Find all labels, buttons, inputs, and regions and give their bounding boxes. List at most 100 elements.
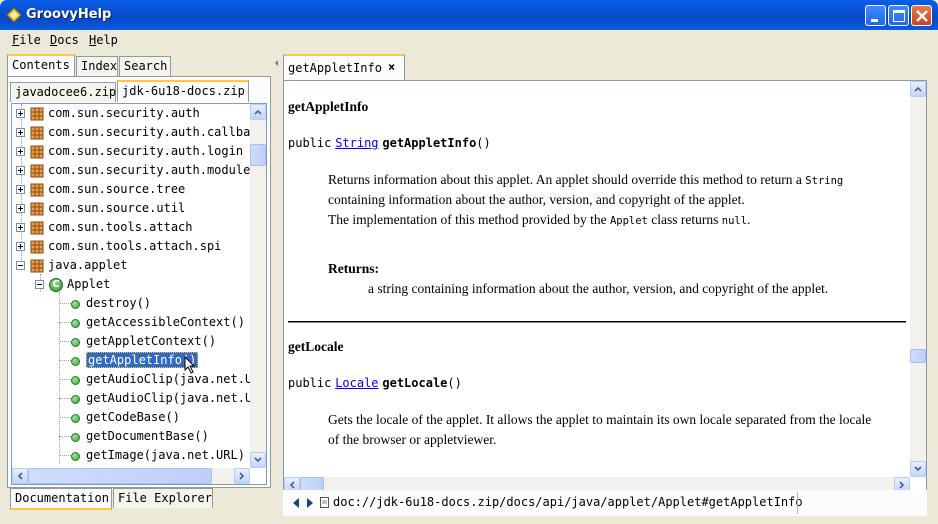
menu-help[interactable]: Help bbox=[89, 33, 118, 47]
doc-vscroll-thumb[interactable] bbox=[910, 349, 926, 363]
package-icon bbox=[30, 240, 44, 254]
expand-icon[interactable] bbox=[16, 242, 25, 251]
tree-scroll-right-button[interactable] bbox=[234, 468, 250, 484]
menu-docs[interactable]: Docs bbox=[50, 33, 79, 47]
sig-modifier: public bbox=[288, 136, 332, 150]
left-panel: Contents Index Search javadocee6.zip jdk… bbox=[4, 54, 274, 516]
tab-contents[interactable]: Contents bbox=[7, 54, 75, 76]
chevron-up-icon bbox=[254, 109, 262, 115]
tree-scroll-up-button[interactable] bbox=[250, 104, 266, 120]
sig-method-name: getLocale bbox=[382, 376, 448, 390]
collapse-icon[interactable] bbox=[16, 261, 25, 270]
tree-scroll-left-button[interactable] bbox=[12, 468, 28, 484]
method-icon bbox=[71, 395, 80, 404]
chevron-down-icon bbox=[254, 457, 262, 463]
tree-vscroll-thumb[interactable] bbox=[250, 144, 266, 166]
desc-text: Returns information about this applet. A… bbox=[328, 172, 802, 187]
link-locale[interactable]: Locale bbox=[335, 376, 378, 390]
method-heading-getappletinfo: getAppletInfo bbox=[288, 99, 369, 114]
tree-item-label: com.sun.security.auth bbox=[48, 106, 200, 120]
tree-item-label: destroy() bbox=[86, 296, 152, 310]
section-divider bbox=[288, 321, 906, 323]
maximize-button[interactable] bbox=[888, 5, 909, 26]
expand-icon[interactable] bbox=[16, 166, 25, 175]
tree-item-label: java.applet bbox=[48, 258, 128, 272]
menu-bar: File Docs Help bbox=[4, 30, 934, 51]
tree-item-label: getImage(java.net.URL) bbox=[86, 448, 245, 462]
tab-jdk-docs[interactable]: jdk-6u18-docs.zip bbox=[117, 80, 249, 102]
package-icon bbox=[30, 164, 44, 178]
package-icon bbox=[30, 221, 44, 235]
locale-desc-line-1: Gets the locale of the applet. It allows… bbox=[328, 412, 872, 427]
signature-getappletinfo: public String getAppletInfo() bbox=[288, 136, 491, 150]
tree-item-label: com.sun.security.auth.module bbox=[48, 163, 251, 177]
minimize-button[interactable] bbox=[865, 5, 886, 26]
expand-icon[interactable] bbox=[16, 128, 25, 137]
doc-scroll-up-button[interactable] bbox=[910, 81, 926, 97]
desc-text: . bbox=[747, 212, 751, 227]
tab-index[interactable]: Index bbox=[76, 56, 118, 76]
tree-item-label: Applet bbox=[67, 277, 111, 291]
document-icon bbox=[320, 497, 329, 508]
method-heading-getlocale: getLocale bbox=[288, 339, 344, 354]
desc-text: The implementation of this method provid… bbox=[328, 212, 607, 227]
tree-item-label: com.sun.source.util bbox=[48, 201, 186, 215]
window-title: GroovyHelp bbox=[26, 7, 112, 22]
expand-icon[interactable] bbox=[16, 185, 25, 194]
app-icon bbox=[6, 7, 22, 23]
method-icon bbox=[71, 376, 80, 385]
expand-icon[interactable] bbox=[16, 204, 25, 213]
back-arrow-icon[interactable] bbox=[291, 497, 301, 509]
tree-item-label: com.sun.tools.attach bbox=[48, 220, 193, 234]
method-icon bbox=[71, 433, 80, 442]
doc-scroll-down-button[interactable] bbox=[910, 461, 926, 477]
contents-tree[interactable]: com.sun.security.auth com.sun.security.au… bbox=[11, 103, 267, 485]
right-panel: getAppletInfo × getAppletInfo public Str… bbox=[280, 54, 934, 518]
tab-file-explorer[interactable]: File Explorer bbox=[113, 488, 213, 508]
desc-line-1: Returns information about this applet. A… bbox=[328, 172, 843, 188]
expand-icon[interactable] bbox=[16, 223, 25, 232]
tab-javadocee6[interactable]: javadocee6.zip bbox=[10, 82, 116, 102]
forward-arrow-icon[interactable] bbox=[305, 497, 315, 509]
tree-vscroll[interactable] bbox=[250, 104, 266, 468]
desc-line-3: The implementation of this method provid… bbox=[328, 212, 750, 228]
tree-item-label: com.sun.source.tree bbox=[48, 182, 186, 196]
sig-method-name: getAppletInfo bbox=[382, 136, 477, 150]
doc-tab-label: getAppletInfo bbox=[288, 61, 382, 75]
menu-file[interactable]: File bbox=[12, 33, 41, 47]
tree-hscroll[interactable] bbox=[12, 468, 250, 484]
chevron-down-icon bbox=[914, 466, 922, 472]
doc-tab[interactable]: getAppletInfo × bbox=[283, 54, 405, 80]
close-icon bbox=[916, 10, 928, 22]
package-icon bbox=[30, 145, 44, 159]
address-url[interactable]: doc://jdk-6u18-docs.zip/docs/api/java/ap… bbox=[333, 495, 803, 509]
tab-search[interactable]: Search bbox=[119, 56, 171, 76]
tree-hscroll-thumb[interactable] bbox=[28, 468, 212, 484]
tree-item-label: com.sun.tools.attach.spi bbox=[48, 239, 222, 253]
tree-scroll-down-button[interactable] bbox=[250, 452, 266, 468]
expand-icon[interactable] bbox=[16, 109, 25, 118]
doc-tab-close-icon[interactable]: × bbox=[388, 60, 395, 74]
desc-line-2: containing information about the author,… bbox=[328, 192, 745, 207]
method-icon bbox=[71, 300, 80, 309]
method-icon bbox=[71, 319, 80, 328]
tree-item-label: getAccessibleContext() bbox=[86, 315, 245, 329]
title-bar: GroovyHelp bbox=[0, 0, 938, 30]
package-icon bbox=[30, 202, 44, 216]
package-icon bbox=[30, 259, 44, 273]
doc-vscroll[interactable] bbox=[910, 81, 926, 477]
collapse-icon[interactable] bbox=[35, 280, 44, 289]
package-icon bbox=[30, 126, 44, 140]
link-string[interactable]: String bbox=[335, 136, 378, 150]
close-window-button[interactable] bbox=[911, 5, 932, 26]
tree-item-label: getAudioClip(java.net.U bbox=[86, 391, 253, 405]
doc-view: getAppletInfo public String getAppletInf… bbox=[283, 80, 927, 494]
expand-icon[interactable] bbox=[16, 147, 25, 156]
method-icon bbox=[71, 338, 80, 347]
tree-item-label: getAppletInfo() bbox=[86, 352, 199, 368]
class-icon: C bbox=[49, 278, 63, 292]
tree-item-label: getDocumentBase() bbox=[86, 429, 209, 443]
chevron-left-icon bbox=[17, 472, 23, 480]
package-icon bbox=[30, 107, 44, 121]
tab-documentation[interactable]: Documentation bbox=[10, 488, 112, 510]
